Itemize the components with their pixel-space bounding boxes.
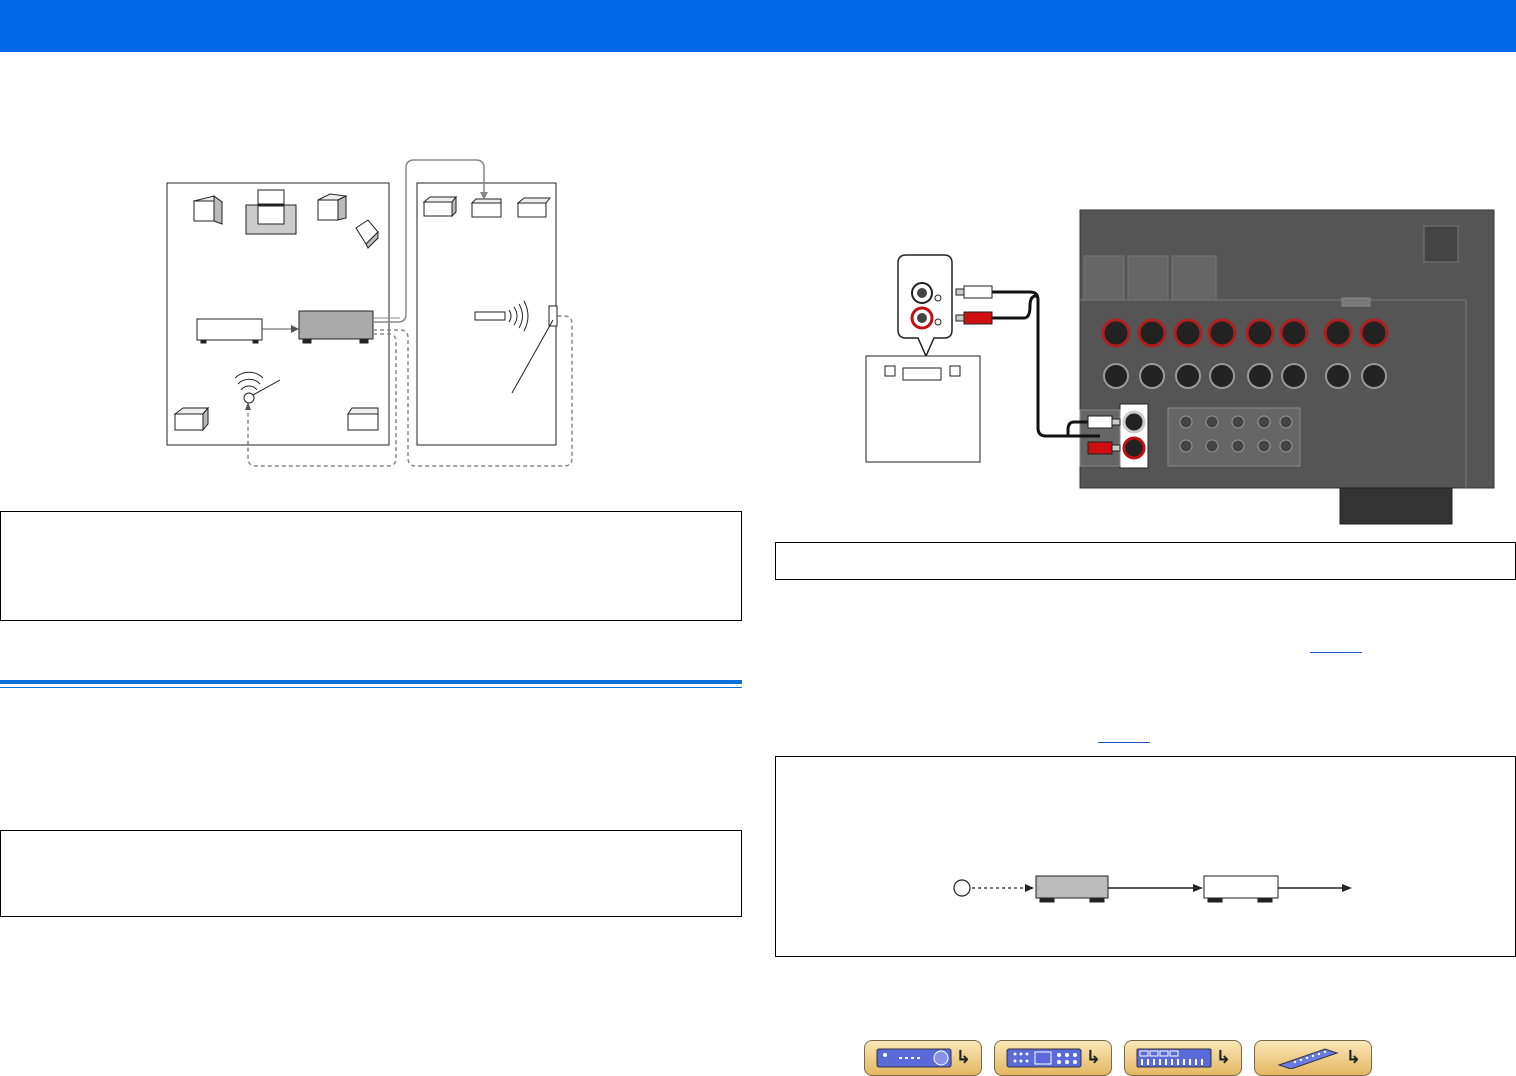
remote-sensor-icon bbox=[953, 879, 971, 897]
zone-layout-diagram bbox=[166, 159, 573, 467]
zone-audio-cable bbox=[373, 159, 485, 323]
zone-right-speaker-icon bbox=[516, 197, 552, 218]
external-device-icon bbox=[1203, 875, 1279, 903]
zone-left-speaker-icon bbox=[422, 195, 458, 218]
arrow-icon: ↳ bbox=[1345, 1047, 1361, 1068]
arrow-icon: ↳ bbox=[955, 1047, 971, 1068]
arrow-icon: ↳ bbox=[1085, 1047, 1101, 1068]
remote-chain-diagram bbox=[953, 875, 1352, 903]
nav-front-panel-button[interactable]: ↳ bbox=[864, 1040, 982, 1076]
receiver-chain-icon bbox=[1035, 875, 1109, 903]
on-screen-menu-icon bbox=[1136, 1048, 1212, 1068]
note-box-4 bbox=[775, 756, 1516, 957]
rear-panel-connection-diagram bbox=[865, 209, 1495, 525]
front-left-speaker-icon bbox=[192, 195, 224, 225]
rear-panel-icon bbox=[1006, 1048, 1082, 1068]
surround-back-speaker-icon bbox=[355, 219, 379, 249]
nav-on-screen-menu-button[interactable]: ↳ bbox=[1124, 1040, 1242, 1076]
main-ir-cable bbox=[247, 333, 397, 467]
jack-red bbox=[1122, 436, 1146, 460]
page-link-1[interactable] bbox=[1310, 652, 1362, 653]
rca-plug-white-device bbox=[955, 285, 993, 299]
jack-white bbox=[1122, 410, 1146, 434]
note-box-3 bbox=[775, 542, 1516, 580]
zone-ir-receiver-icon bbox=[548, 305, 558, 327]
main-remote-sensor-icon bbox=[234, 371, 281, 404]
source-player-icon bbox=[196, 318, 263, 344]
rca-plug-red-device bbox=[955, 311, 993, 325]
section-heading-rule bbox=[0, 680, 742, 684]
tv-icon bbox=[245, 189, 297, 235]
remote-control-icon bbox=[1277, 1048, 1339, 1069]
arrow-icon: ↳ bbox=[1215, 1047, 1231, 1068]
surround-left-speaker-icon bbox=[173, 406, 210, 432]
zone-remote-control-icon bbox=[474, 300, 529, 332]
front-right-speaker-icon bbox=[317, 193, 348, 221]
receiver-icon bbox=[298, 310, 374, 344]
front-panel-icon bbox=[876, 1048, 952, 1068]
header-bar bbox=[0, 0, 1516, 52]
nav-rear-panel-button[interactable]: ↳ bbox=[994, 1040, 1112, 1076]
note-box-1 bbox=[0, 511, 742, 621]
note-box-2 bbox=[0, 830, 742, 917]
section-heading-rule-thin bbox=[0, 687, 742, 688]
zone-tv-icon bbox=[470, 198, 502, 218]
device-jack-callout bbox=[897, 254, 953, 358]
surround-right-speaker-icon bbox=[347, 407, 379, 431]
page-link-2[interactable] bbox=[1098, 742, 1150, 743]
nav-remote-control-button[interactable]: ↳ bbox=[1254, 1040, 1372, 1076]
